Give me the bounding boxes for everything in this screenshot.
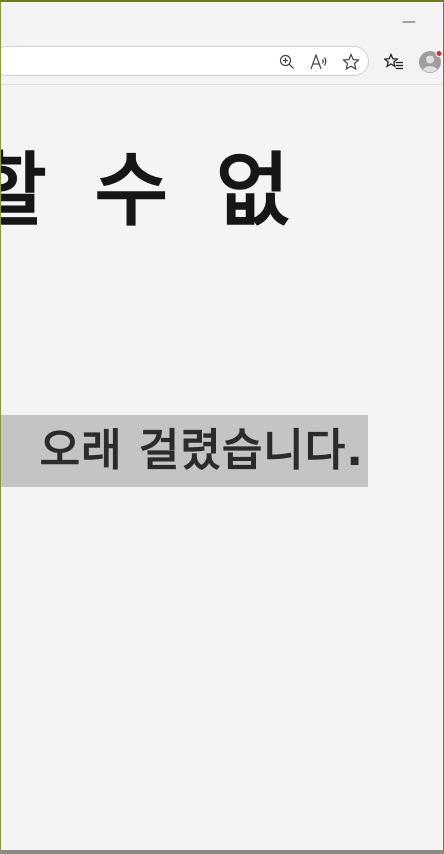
taskbar-edge — [0, 850, 444, 854]
highlighted-message: 오래 걸렸습니다. — [1, 415, 368, 487]
message-text: 오래 걸렸습니다. — [39, 425, 364, 476]
browser-toolbar — [1, 40, 443, 85]
favorites-list-icon[interactable] — [382, 50, 406, 74]
profile-avatar-icon[interactable] — [417, 49, 443, 75]
minimize-button[interactable]: — — [399, 12, 419, 32]
page-content: 할 수 없 오래 걸렸습니다. — [1, 85, 443, 850]
title-bar: — — [1, 2, 443, 40]
page-heading: 할 수 없 — [1, 144, 300, 237]
browser-window: — 할 수 없 오래 걸렸습니다. — [0, 2, 443, 850]
read-aloud-icon[interactable] — [307, 50, 331, 74]
favorite-star-icon[interactable] — [339, 50, 363, 74]
zoom-in-icon[interactable] — [275, 50, 299, 74]
